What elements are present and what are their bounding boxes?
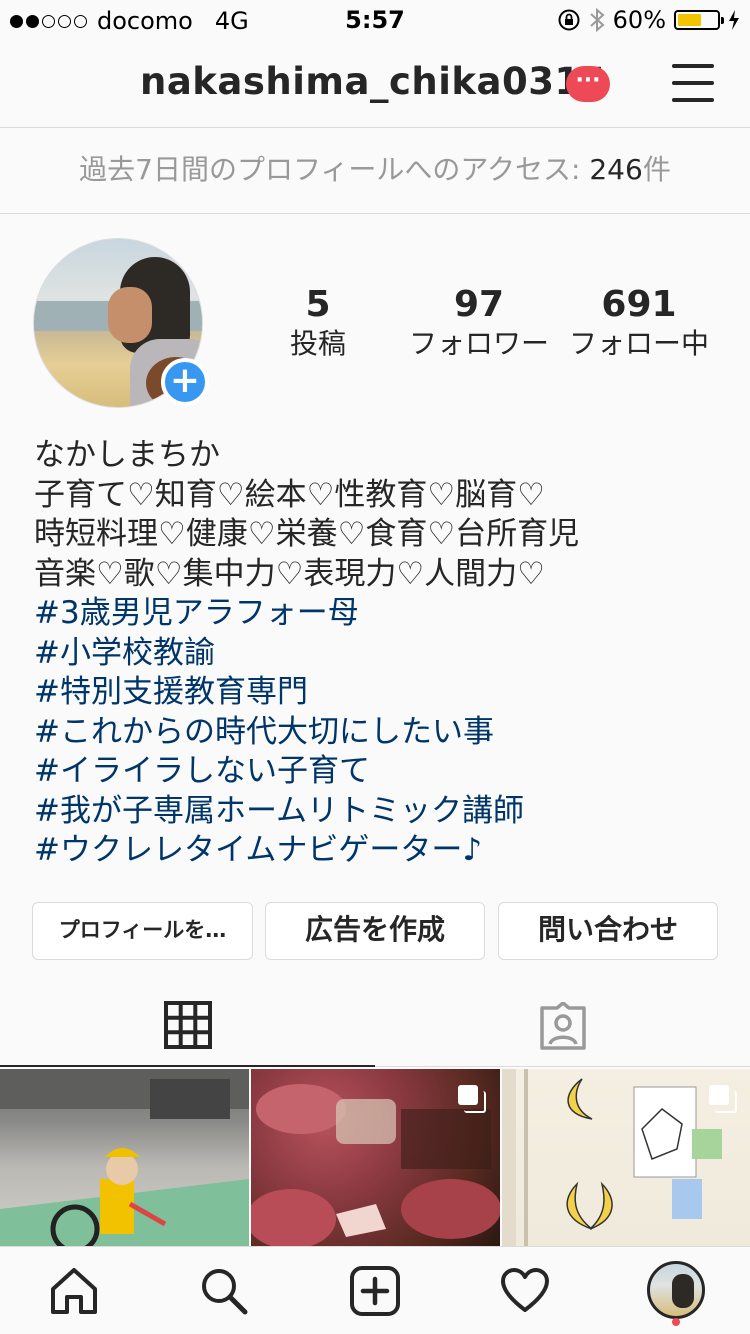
charging-icon — [729, 10, 739, 30]
post-thumbnail[interactable] — [502, 1069, 750, 1246]
posts-value: 5 — [305, 284, 331, 325]
insight-count: 246 — [589, 153, 643, 186]
create-ad-button[interactable]: 広告を作成 — [265, 902, 485, 960]
tagged-icon — [539, 1001, 586, 1050]
display-name: なかしまちか — [34, 437, 220, 473]
heart-icon — [501, 1268, 549, 1312]
edit-profile-button[interactable]: プロフィールを… — [32, 902, 253, 960]
more-options-badge[interactable]: ··· — [566, 66, 610, 102]
hashtag-link[interactable]: #これからの時代大切にしたい事 — [34, 713, 734, 753]
hashtag-link[interactable]: #特別支援教育専門 — [34, 673, 734, 713]
hashtag-link[interactable]: #ウクレレタイムナビゲーター♪ — [34, 831, 734, 871]
bio-line: 時短料理♡健康♡栄養♡食育♡台所育児 — [34, 516, 580, 552]
hashtag-link[interactable]: #小学校教諭 — [34, 634, 734, 674]
hashtag-link[interactable]: #3歳男児アラフォー母 — [34, 594, 734, 634]
bottom-nav — [0, 1246, 750, 1334]
bio-line: 子育て♡知育♡絵本♡性教育♡脳育♡ — [34, 476, 545, 513]
grid-icon — [163, 1001, 212, 1049]
multiple-photos-icon — [709, 1085, 737, 1113]
profile-bio: なかしまちか 子育て♡知育♡絵本♡性教育♡脳育♡ 時短料理♡健康♡栄養♡食育♡台… — [34, 436, 734, 871]
contact-button[interactable]: 問い合わせ — [498, 902, 718, 960]
nav-activity[interactable] — [497, 1263, 553, 1319]
nav-profile-avatar[interactable] — [647, 1261, 705, 1319]
search-icon — [202, 1269, 248, 1315]
post-thumbnail[interactable] — [251, 1069, 500, 1246]
followers-value: 97 — [453, 284, 505, 325]
bluetooth-icon — [589, 7, 605, 33]
nav-home[interactable] — [46, 1263, 102, 1319]
battery-icon — [674, 10, 724, 30]
multiple-photos-icon — [458, 1085, 486, 1113]
followers-label: フォロワー — [408, 327, 549, 360]
posts-count: 5 投稿 — [268, 285, 368, 363]
home-icon — [51, 1268, 97, 1314]
tab-grid[interactable] — [0, 985, 375, 1067]
add-post-icon — [350, 1266, 400, 1316]
following-label: フォロー中 — [568, 327, 709, 360]
rotation-lock-icon — [558, 9, 580, 31]
status-bar: docomo 4G 5:57 60% — [0, 0, 750, 40]
bio-line: 音楽♡歌♡集中力♡表現力♡人間力♡ — [34, 555, 545, 592]
username: nakashima_chika0314 — [140, 60, 607, 103]
hashtag-link[interactable]: #イライラしない子育て — [34, 752, 734, 792]
hashtag-link[interactable]: #我が子専属ホームリトミック講師 — [34, 792, 734, 832]
profile-header: nakashima_chika0314 ··· — [0, 40, 750, 128]
insight-unit: 件 — [642, 153, 671, 186]
nav-search[interactable] — [196, 1263, 252, 1319]
profile-visits-insight[interactable]: 過去7日間のプロフィールへのアクセス: 246件 — [0, 128, 750, 214]
status-right: 60% — [557, 6, 740, 34]
nav-add-post[interactable] — [347, 1263, 403, 1319]
followers-count[interactable]: 97 フォロワー — [400, 285, 558, 363]
posts-label: 投稿 — [289, 327, 346, 360]
menu-icon[interactable] — [672, 64, 714, 104]
following-count[interactable]: 691 フォロー中 — [564, 285, 714, 363]
post-thumbnail[interactable] — [0, 1069, 249, 1246]
insight-label: 過去7日間のプロフィールへのアクセス: — [79, 153, 590, 186]
tab-tagged[interactable] — [375, 985, 750, 1067]
profile-tabs — [0, 985, 750, 1069]
following-value: 691 — [601, 284, 677, 325]
add-story-button[interactable]: + — [161, 358, 209, 406]
notification-dot — [672, 1318, 680, 1326]
battery-percent: 60% — [612, 6, 666, 34]
posts-grid — [0, 1069, 750, 1246]
